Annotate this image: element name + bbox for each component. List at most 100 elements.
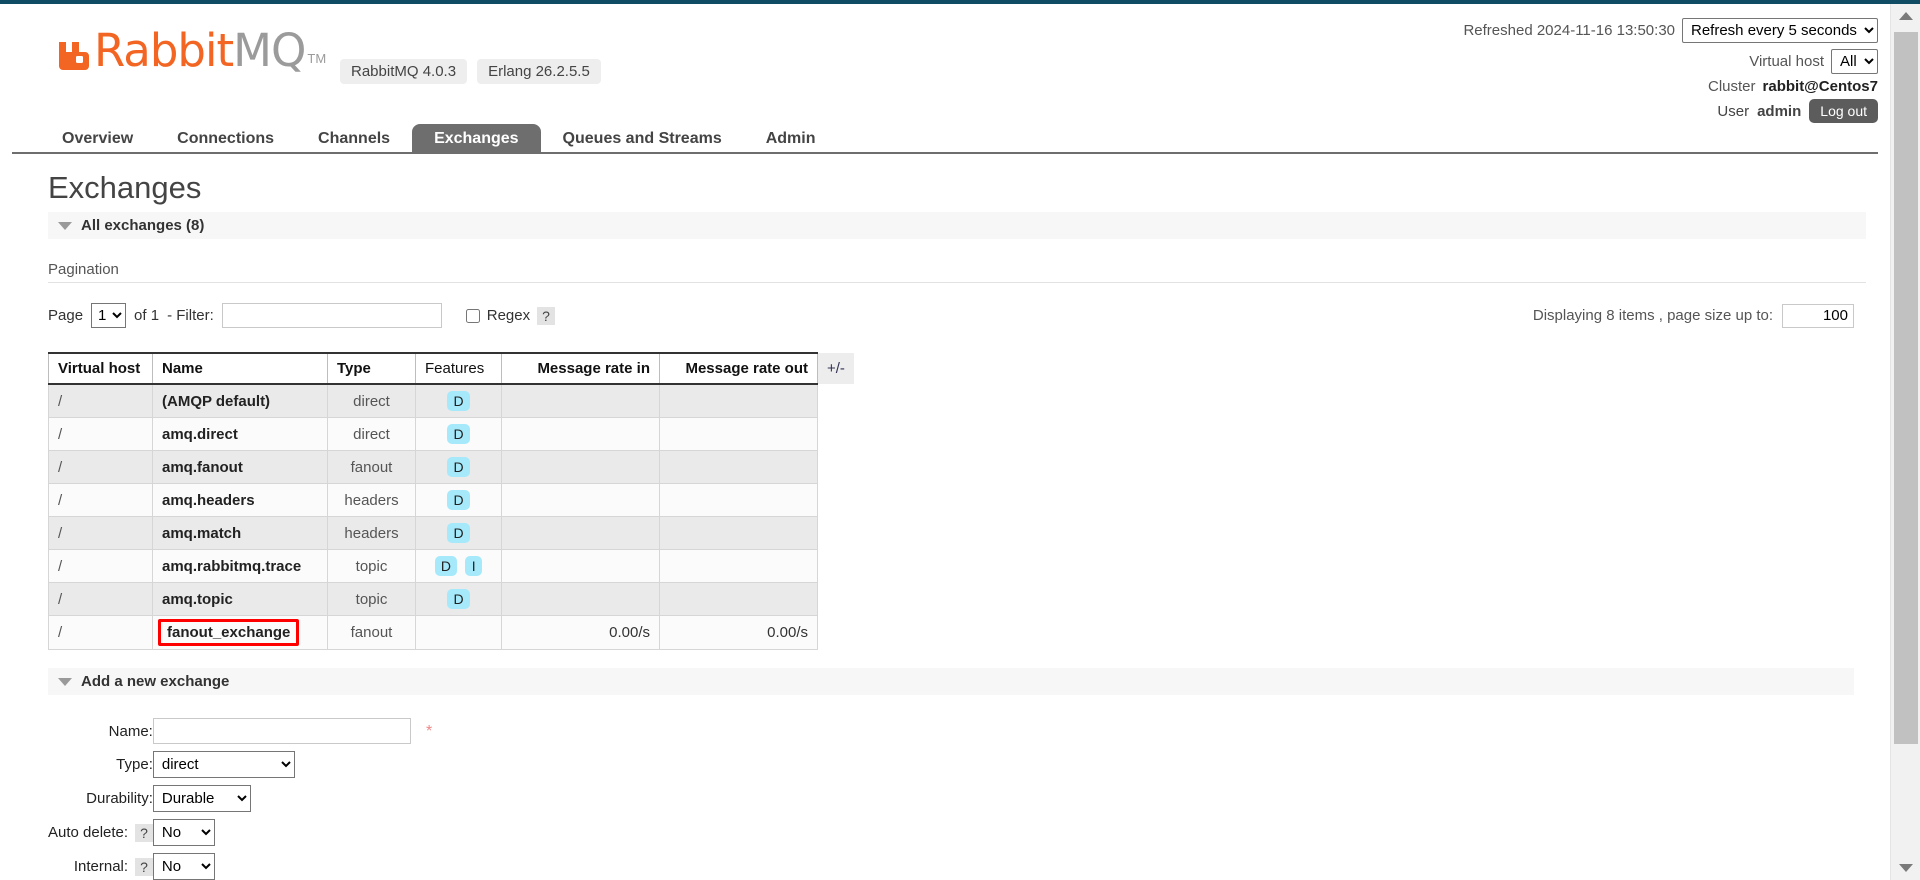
durability-select[interactable]: Durable [152, 785, 251, 812]
cell-name[interactable]: (AMQP default) [152, 383, 328, 418]
col-virtual-host[interactable]: Virtual host [48, 352, 153, 385]
page-number-select[interactable]: 1 [91, 303, 127, 328]
tab-connections[interactable]: Connections [155, 124, 296, 154]
chevron-down-icon [58, 677, 72, 686]
page-size-input[interactable] [1782, 303, 1854, 328]
tab-exchanges[interactable]: Exchanges [412, 124, 541, 154]
cell-features [415, 615, 502, 650]
cell-type: headers [327, 516, 416, 550]
exchange-link[interactable]: amq.rabbitmq.trace [162, 558, 301, 575]
cell-name[interactable]: amq.rabbitmq.trace [152, 549, 328, 583]
refreshed-timestamp: Refreshed 2024-11-16 13:50:30 [1463, 22, 1675, 39]
table-row[interactable]: / (AMQP default) direct D [48, 383, 855, 418]
add-exchange-section: Add a new exchange Name: * Type: direct … [48, 668, 1866, 880]
refresh-interval-select[interactable]: Refresh every 5 seconds [1682, 18, 1878, 43]
logo-text-rabbit: Rabbit [94, 24, 234, 77]
cell-features: D [415, 483, 502, 517]
col-message-rate-out[interactable]: Message rate out [659, 352, 818, 385]
regex-checkbox[interactable] [465, 308, 480, 323]
highlighted-exchange-link[interactable]: fanout_exchange [158, 619, 300, 646]
triangle-up-icon [1899, 12, 1913, 20]
cell-vhost: / [48, 615, 153, 650]
internal-text: Internal: [73, 858, 129, 875]
table-row[interactable]: / fanout_exchange fanout 0.00/s 0.00/s [48, 615, 855, 650]
internal-help-icon[interactable]: ? [135, 857, 153, 876]
exchange-link[interactable]: amq.headers [162, 492, 255, 509]
cell-name[interactable]: amq.match [152, 516, 328, 550]
cell-features: D [415, 516, 502, 550]
cell-type: headers [327, 483, 416, 517]
feature-badge-internal[interactable]: I [465, 556, 483, 576]
feature-badge-durable[interactable]: D [447, 490, 470, 510]
chevron-down-icon [58, 221, 72, 230]
table-row[interactable]: / amq.headers headers D [48, 483, 855, 517]
tab-channels[interactable]: Channels [296, 124, 412, 154]
cell-rate-in [501, 450, 660, 484]
cell-vhost: / [48, 483, 153, 517]
feature-badge-durable[interactable]: D [447, 589, 470, 609]
pagination-right-group: Displaying 8 items , page size up to: [1533, 303, 1854, 328]
col-message-rate-in[interactable]: Message rate in [501, 352, 660, 385]
cell-name[interactable]: amq.direct [152, 417, 328, 451]
table-row[interactable]: / amq.topic topic D [48, 582, 855, 616]
rabbitmq-logo-icon [57, 32, 91, 70]
exchange-link[interactable]: amq.match [162, 525, 241, 542]
cell-rate-in [501, 582, 660, 616]
add-exchange-form: Name: * Type: direct Durability: Durable… [48, 711, 432, 880]
rabbitmq-logo[interactable]: RabbitMQ TM [57, 28, 327, 73]
feature-badge-durable[interactable]: D [447, 523, 470, 543]
rabbitmq-version-badge: RabbitMQ 4.0.3 [340, 59, 468, 84]
exchange-link[interactable]: amq.topic [162, 591, 233, 608]
cell-vhost: / [48, 582, 153, 616]
scroll-down-arrow-icon[interactable] [1891, 856, 1920, 880]
cell-name[interactable]: amq.headers [152, 483, 328, 517]
required-asterisk: * [426, 722, 433, 740]
exchange-link[interactable]: (AMQP default) [162, 393, 270, 410]
table-row[interactable]: / amq.direct direct D [48, 417, 855, 451]
main-content: Exchanges All exchanges (8) Pagination P… [0, 170, 1890, 880]
exchange-link[interactable]: amq.direct [162, 426, 238, 443]
cell-name[interactable]: amq.fanout [152, 450, 328, 484]
exchange-name-input[interactable] [152, 718, 411, 744]
cell-rate-in: 0.00/s [501, 615, 660, 650]
feature-badge-durable[interactable]: D [434, 556, 457, 576]
add-exchange-section-header[interactable]: Add a new exchange [48, 668, 1854, 695]
cell-rate-out [659, 383, 818, 418]
auto-delete-help-icon[interactable]: ? [135, 823, 153, 842]
logout-button[interactable]: Log out [1809, 99, 1878, 123]
exchange-type-select[interactable]: direct [152, 751, 295, 778]
all-exchanges-section-header[interactable]: All exchanges (8) [48, 212, 1866, 239]
column-toggle-button[interactable]: +/- [817, 353, 855, 384]
cluster-label: Cluster [1708, 78, 1756, 95]
tab-queues-and-streams[interactable]: Queues and Streams [541, 124, 744, 154]
vhost-select[interactable]: All [1831, 49, 1878, 74]
cell-features: D [415, 450, 502, 484]
table-row[interactable]: / amq.rabbitmq.trace topic D I [48, 549, 855, 583]
feature-badge-durable[interactable]: D [447, 391, 470, 411]
cell-name[interactable]: fanout_exchange [152, 615, 328, 650]
internal-select[interactable]: No [152, 853, 215, 880]
col-name[interactable]: Name [152, 352, 328, 385]
logo-trademark: TM [307, 51, 327, 66]
tab-admin[interactable]: Admin [744, 124, 838, 154]
cell-rate-out [659, 483, 818, 517]
tab-overview[interactable]: Overview [40, 124, 155, 154]
regex-help-icon[interactable]: ? [537, 306, 555, 325]
col-type[interactable]: Type [327, 352, 416, 385]
exchange-link[interactable]: amq.fanout [162, 459, 243, 476]
feature-badge-durable[interactable]: D [447, 457, 470, 477]
vertical-scrollbar[interactable] [1890, 4, 1920, 880]
cell-type: fanout [327, 450, 416, 484]
table-row[interactable]: / amq.match headers D [48, 516, 855, 550]
cell-vhost: / [48, 383, 153, 418]
auto-delete-select[interactable]: No [152, 819, 215, 846]
scrollbar-thumb[interactable] [1894, 32, 1918, 744]
scroll-up-arrow-icon[interactable] [1891, 4, 1920, 28]
filter-input[interactable] [221, 303, 442, 328]
cell-rate-out [659, 549, 818, 583]
form-row-durability: Durability: Durable [48, 785, 432, 812]
cell-name[interactable]: amq.topic [152, 582, 328, 616]
feature-badge-durable[interactable]: D [447, 424, 470, 444]
table-row[interactable]: / amq.fanout fanout D [48, 450, 855, 484]
cell-features: D [415, 383, 502, 418]
